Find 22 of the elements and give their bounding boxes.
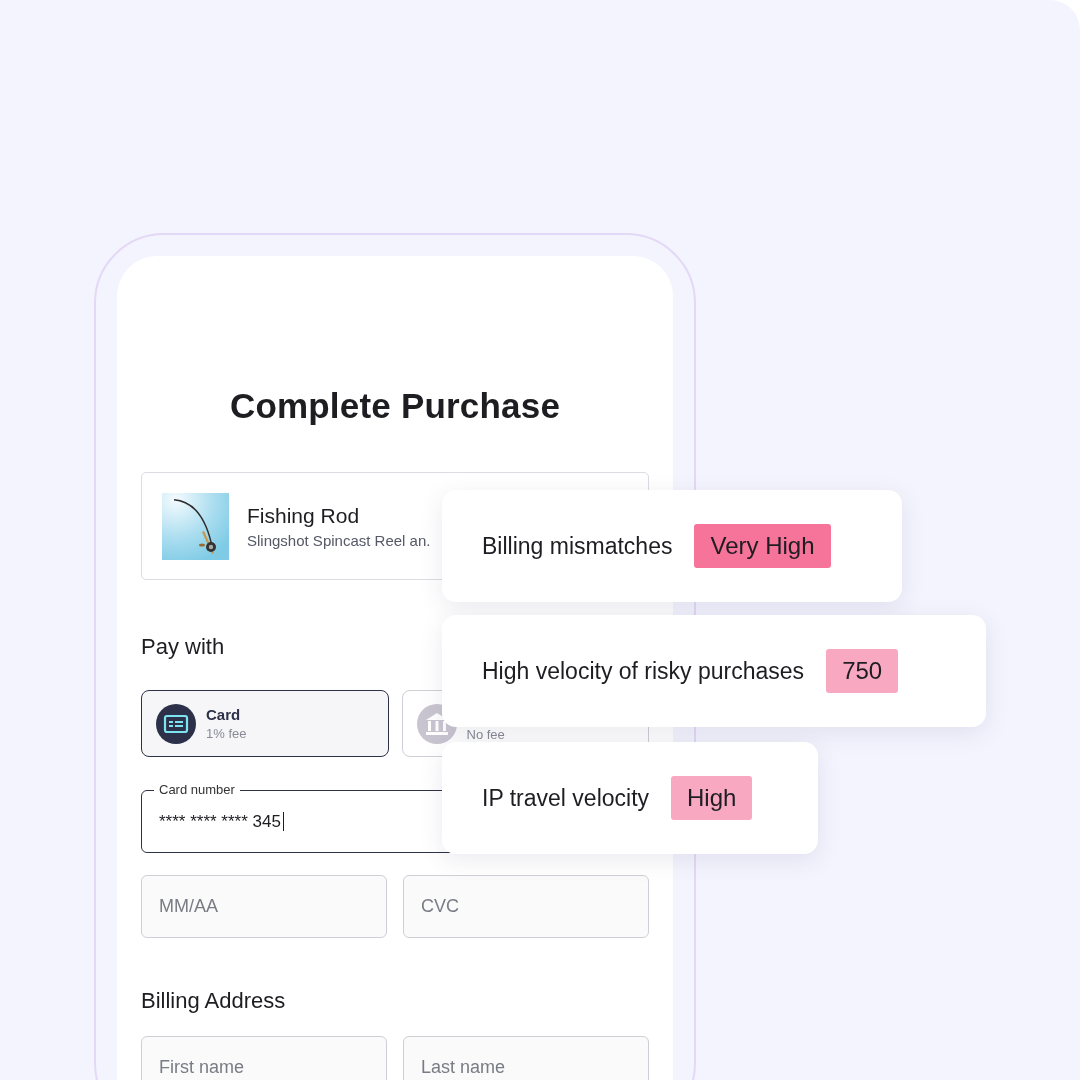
risk-label: IP travel velocity	[482, 784, 650, 812]
section-heading: Pay with	[141, 634, 226, 660]
risk-label: Billing mismatches	[482, 532, 673, 560]
product-description: Slingshot Spincast Reel an.	[247, 531, 431, 549]
cvc-field[interactable]: CVC	[403, 875, 649, 938]
risk-level: Very High	[694, 524, 831, 568]
option-label: Card	[206, 706, 242, 723]
risk-level: High	[671, 776, 753, 820]
text-cursor	[282, 812, 284, 831]
page-title: Complete Purchase	[228, 386, 562, 426]
risk-label: High velocity of risky purchases	[482, 657, 805, 685]
risk-level: 750	[826, 649, 899, 693]
name-field[interactable]: Last name	[403, 1036, 649, 1080]
name-field[interactable]: First name	[141, 1036, 387, 1080]
product-name: Fishing Rod	[247, 503, 361, 528]
option-fee: 1% fee	[206, 726, 247, 741]
card-icon	[156, 703, 196, 744]
option-fee: No fee	[466, 726, 505, 742]
payment-option[interactable]: Card 1% fee	[141, 690, 389, 757]
field-label: Card number	[154, 782, 240, 797]
section-heading: Billing Address	[141, 988, 287, 1014]
expiry-field[interactable]: MM/AA	[141, 875, 387, 938]
